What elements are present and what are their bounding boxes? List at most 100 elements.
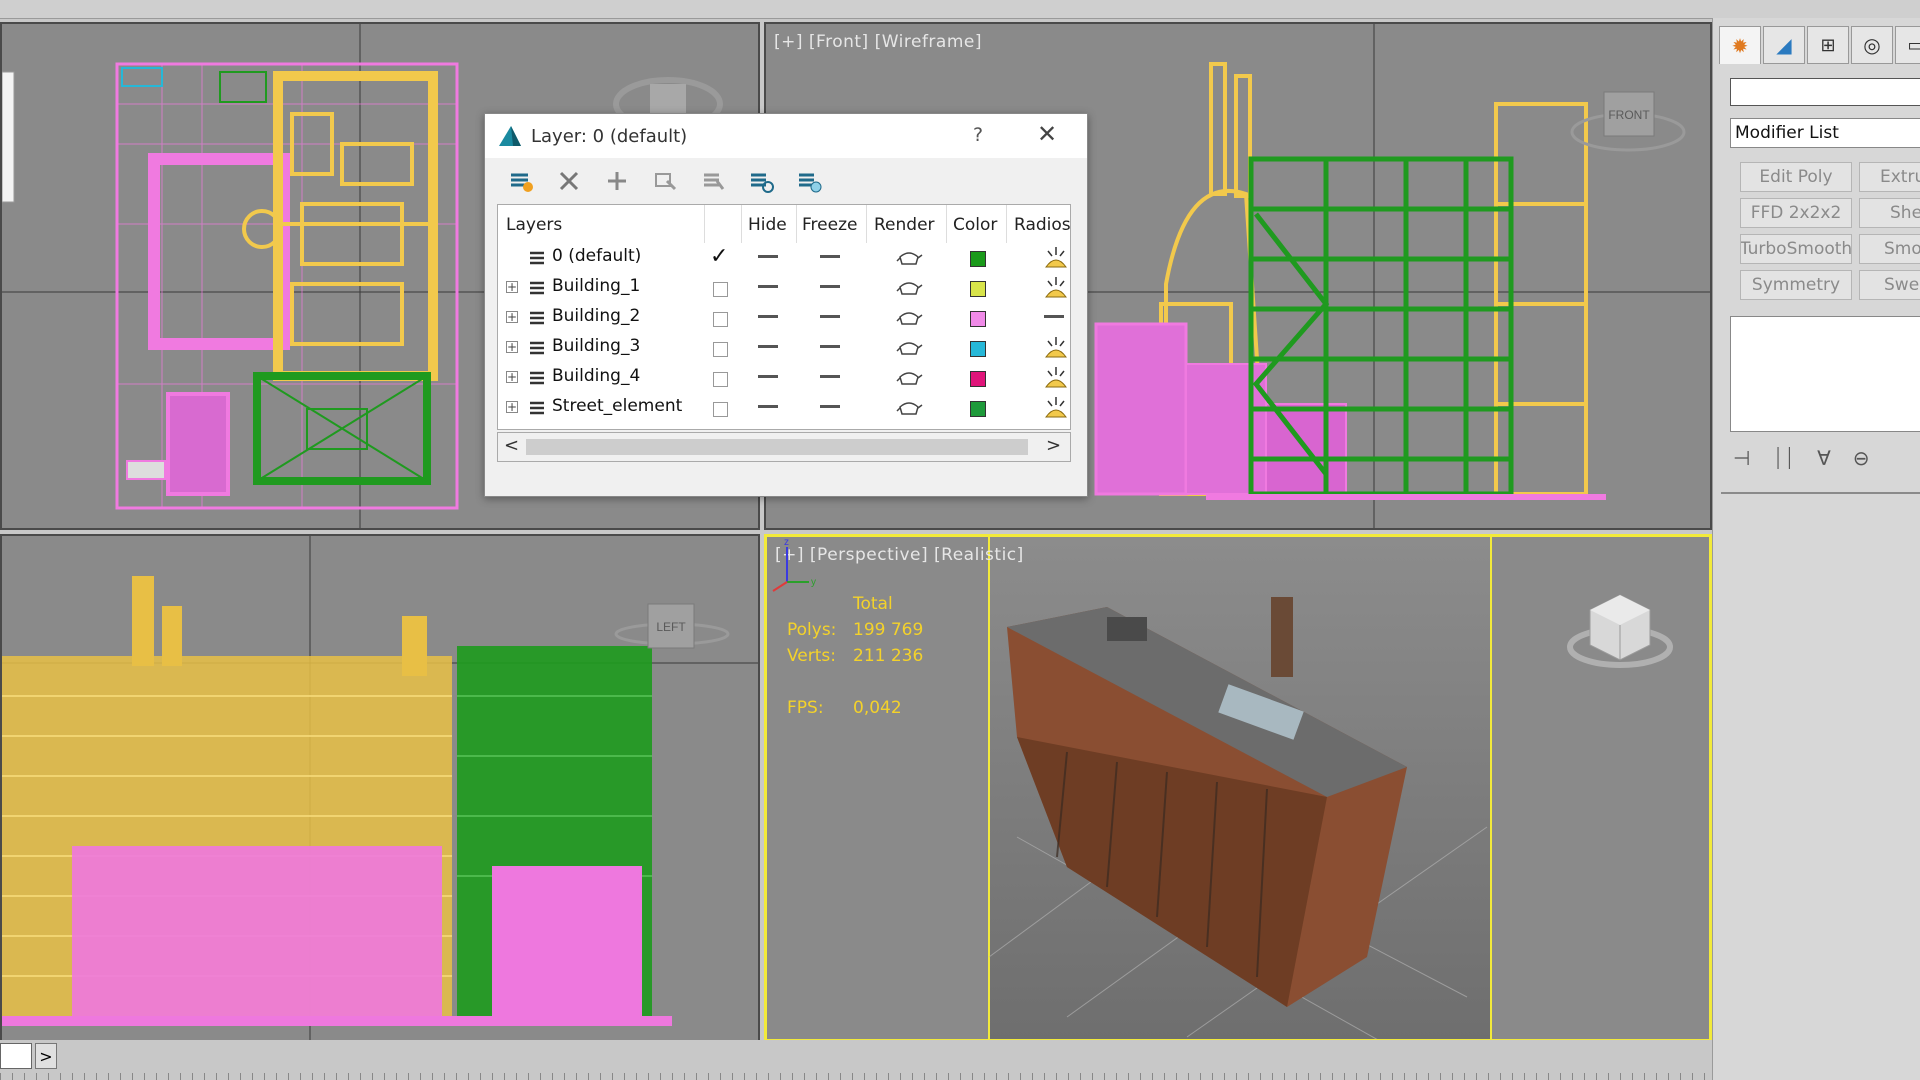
layer-name[interactable]: Building_3 bbox=[552, 336, 640, 356]
expand-icon[interactable]: + bbox=[506, 371, 518, 383]
freeze-all-button[interactable] bbox=[793, 166, 825, 196]
col-color[interactable]: Color bbox=[953, 215, 997, 235]
current-layer-checkbox[interactable] bbox=[713, 402, 728, 417]
layer-row[interactable]: + Building_3 bbox=[498, 333, 1070, 363]
create-tab[interactable]: ✹ bbox=[1719, 26, 1761, 64]
delete-layer-button[interactable] bbox=[553, 166, 585, 196]
front-viewport-label[interactable]: [+] [Front] [Wireframe] bbox=[774, 32, 982, 52]
viewcube-icon[interactable] bbox=[1565, 585, 1675, 685]
radiosity-icon[interactable] bbox=[1042, 275, 1070, 306]
freeze-toggle[interactable] bbox=[820, 405, 840, 408]
layer-color-swatch[interactable] bbox=[970, 401, 986, 417]
current-layer-checkmark-icon[interactable]: ✓ bbox=[710, 244, 728, 269]
turbosmooth-button[interactable]: TurboSmooth bbox=[1740, 234, 1852, 264]
current-layer-checkbox[interactable] bbox=[713, 372, 728, 387]
expand-icon[interactable]: + bbox=[506, 311, 518, 323]
freeze-toggle[interactable] bbox=[820, 285, 840, 288]
col-hide[interactable]: Hide bbox=[748, 215, 787, 235]
col-radiosity[interactable]: Radiosi bbox=[1014, 215, 1070, 235]
hide-toggle[interactable] bbox=[758, 255, 778, 258]
modify-tab[interactable]: ◢ bbox=[1763, 26, 1805, 64]
layer-row[interactable]: + Building_4 bbox=[498, 363, 1070, 393]
layer-row[interactable]: 0 (default) ✓ bbox=[498, 243, 1070, 273]
scroll-right-arrow[interactable]: > bbox=[1046, 435, 1061, 456]
current-layer-checkbox[interactable] bbox=[713, 312, 728, 327]
scrollbar-thumb[interactable] bbox=[526, 439, 1028, 455]
pin-stack-icon[interactable]: ⊣ bbox=[1733, 446, 1750, 470]
freeze-toggle[interactable] bbox=[820, 315, 840, 318]
layer-name[interactable]: Street_element bbox=[552, 396, 682, 416]
hierarchy-tab[interactable]: ⊞ bbox=[1807, 26, 1849, 64]
make-unique-icon[interactable]: ∀ bbox=[1817, 446, 1831, 470]
viewport-perspective[interactable]: [+] [Perspective] [Realistic] Total Poly… bbox=[764, 534, 1712, 1042]
render-teapot-icon[interactable] bbox=[895, 369, 923, 392]
hide-toggle[interactable] bbox=[758, 285, 778, 288]
extrude-button[interactable]: Extru bbox=[1859, 162, 1920, 192]
edit-poly-button[interactable]: Edit Poly bbox=[1740, 162, 1852, 192]
freeze-toggle[interactable] bbox=[820, 375, 840, 378]
layer-color-swatch[interactable] bbox=[970, 311, 986, 327]
hide-toggle[interactable] bbox=[758, 315, 778, 318]
expand-icon[interactable]: + bbox=[506, 341, 518, 353]
select-objects-button[interactable] bbox=[649, 166, 681, 196]
radiosity-toggle[interactable] bbox=[1044, 315, 1064, 318]
layer-color-swatch[interactable] bbox=[970, 281, 986, 297]
col-freeze[interactable]: Freeze bbox=[802, 215, 857, 235]
time-slider-field[interactable] bbox=[0, 1043, 32, 1069]
current-layer-checkbox[interactable] bbox=[713, 282, 728, 297]
freeze-toggle[interactable] bbox=[820, 255, 840, 258]
show-end-result-icon[interactable]: ⏐⏐ bbox=[1772, 446, 1795, 470]
ffd-button[interactable]: FFD 2x2x2 bbox=[1740, 198, 1852, 228]
layer-name[interactable]: Building_1 bbox=[552, 276, 640, 296]
scroll-left-arrow[interactable]: < bbox=[504, 435, 519, 456]
render-teapot-icon[interactable] bbox=[895, 249, 923, 272]
dialog-title-bar[interactable]: Layer: 0 (default) ? ✕ bbox=[485, 114, 1087, 158]
freeze-toggle[interactable] bbox=[820, 345, 840, 348]
help-button[interactable]: ? bbox=[973, 124, 983, 146]
viewport-left[interactable]: LEFT bbox=[0, 534, 760, 1042]
current-layer-checkbox[interactable] bbox=[713, 342, 728, 357]
layer-name[interactable]: Building_2 bbox=[552, 306, 640, 326]
timeline-ruler[interactable] bbox=[0, 1073, 1712, 1080]
modifier-stack[interactable] bbox=[1730, 316, 1920, 432]
horizontal-scrollbar[interactable]: < > bbox=[497, 432, 1071, 462]
hide-toggle[interactable] bbox=[758, 345, 778, 348]
display-tab[interactable]: ▭ bbox=[1895, 26, 1920, 64]
remove-modifier-icon[interactable]: ⊖ bbox=[1853, 446, 1870, 470]
radiosity-icon[interactable] bbox=[1042, 395, 1070, 426]
close-button[interactable]: ✕ bbox=[1037, 120, 1057, 148]
radiosity-icon[interactable] bbox=[1042, 245, 1070, 276]
radiosity-icon[interactable] bbox=[1042, 335, 1070, 366]
symmetry-button[interactable]: Symmetry bbox=[1740, 270, 1852, 300]
layer-color-swatch[interactable] bbox=[970, 251, 986, 267]
expand-icon[interactable]: + bbox=[506, 401, 518, 413]
layer-color-swatch[interactable] bbox=[970, 371, 986, 387]
render-teapot-icon[interactable] bbox=[895, 339, 923, 362]
layer-color-swatch[interactable] bbox=[970, 341, 986, 357]
create-layer-button[interactable] bbox=[505, 166, 537, 196]
layer-row[interactable]: + Building_2 bbox=[498, 303, 1070, 333]
render-teapot-icon[interactable] bbox=[895, 309, 923, 332]
sweep-button[interactable]: Swe bbox=[1859, 270, 1920, 300]
layer-name[interactable]: 0 (default) bbox=[552, 246, 641, 266]
hide-toggle[interactable] bbox=[758, 405, 778, 408]
layer-row[interactable]: + Building_1 bbox=[498, 273, 1070, 303]
object-name-field[interactable] bbox=[1730, 78, 1920, 106]
layer-name[interactable]: Building_4 bbox=[552, 366, 640, 386]
shell-button[interactable]: She bbox=[1859, 198, 1920, 228]
add-to-layer-button[interactable] bbox=[601, 166, 633, 196]
motion-tab[interactable]: ◎ bbox=[1851, 26, 1893, 64]
layer-row[interactable]: + Street_element bbox=[498, 393, 1070, 423]
radiosity-icon[interactable] bbox=[1042, 365, 1070, 396]
col-layers[interactable]: Layers bbox=[506, 215, 562, 235]
render-teapot-icon[interactable] bbox=[895, 279, 923, 302]
hide-all-button[interactable] bbox=[745, 166, 777, 196]
expand-icon[interactable]: + bbox=[506, 281, 518, 293]
render-teapot-icon[interactable] bbox=[895, 399, 923, 422]
col-render[interactable]: Render bbox=[874, 215, 935, 235]
highlight-layer-button[interactable] bbox=[697, 166, 729, 196]
next-frame-button[interactable]: > bbox=[35, 1043, 57, 1069]
hide-toggle[interactable] bbox=[758, 375, 778, 378]
smooth-button[interactable]: Smo bbox=[1859, 234, 1920, 264]
modifier-list-dropdown[interactable]: Modifier List bbox=[1730, 118, 1920, 148]
